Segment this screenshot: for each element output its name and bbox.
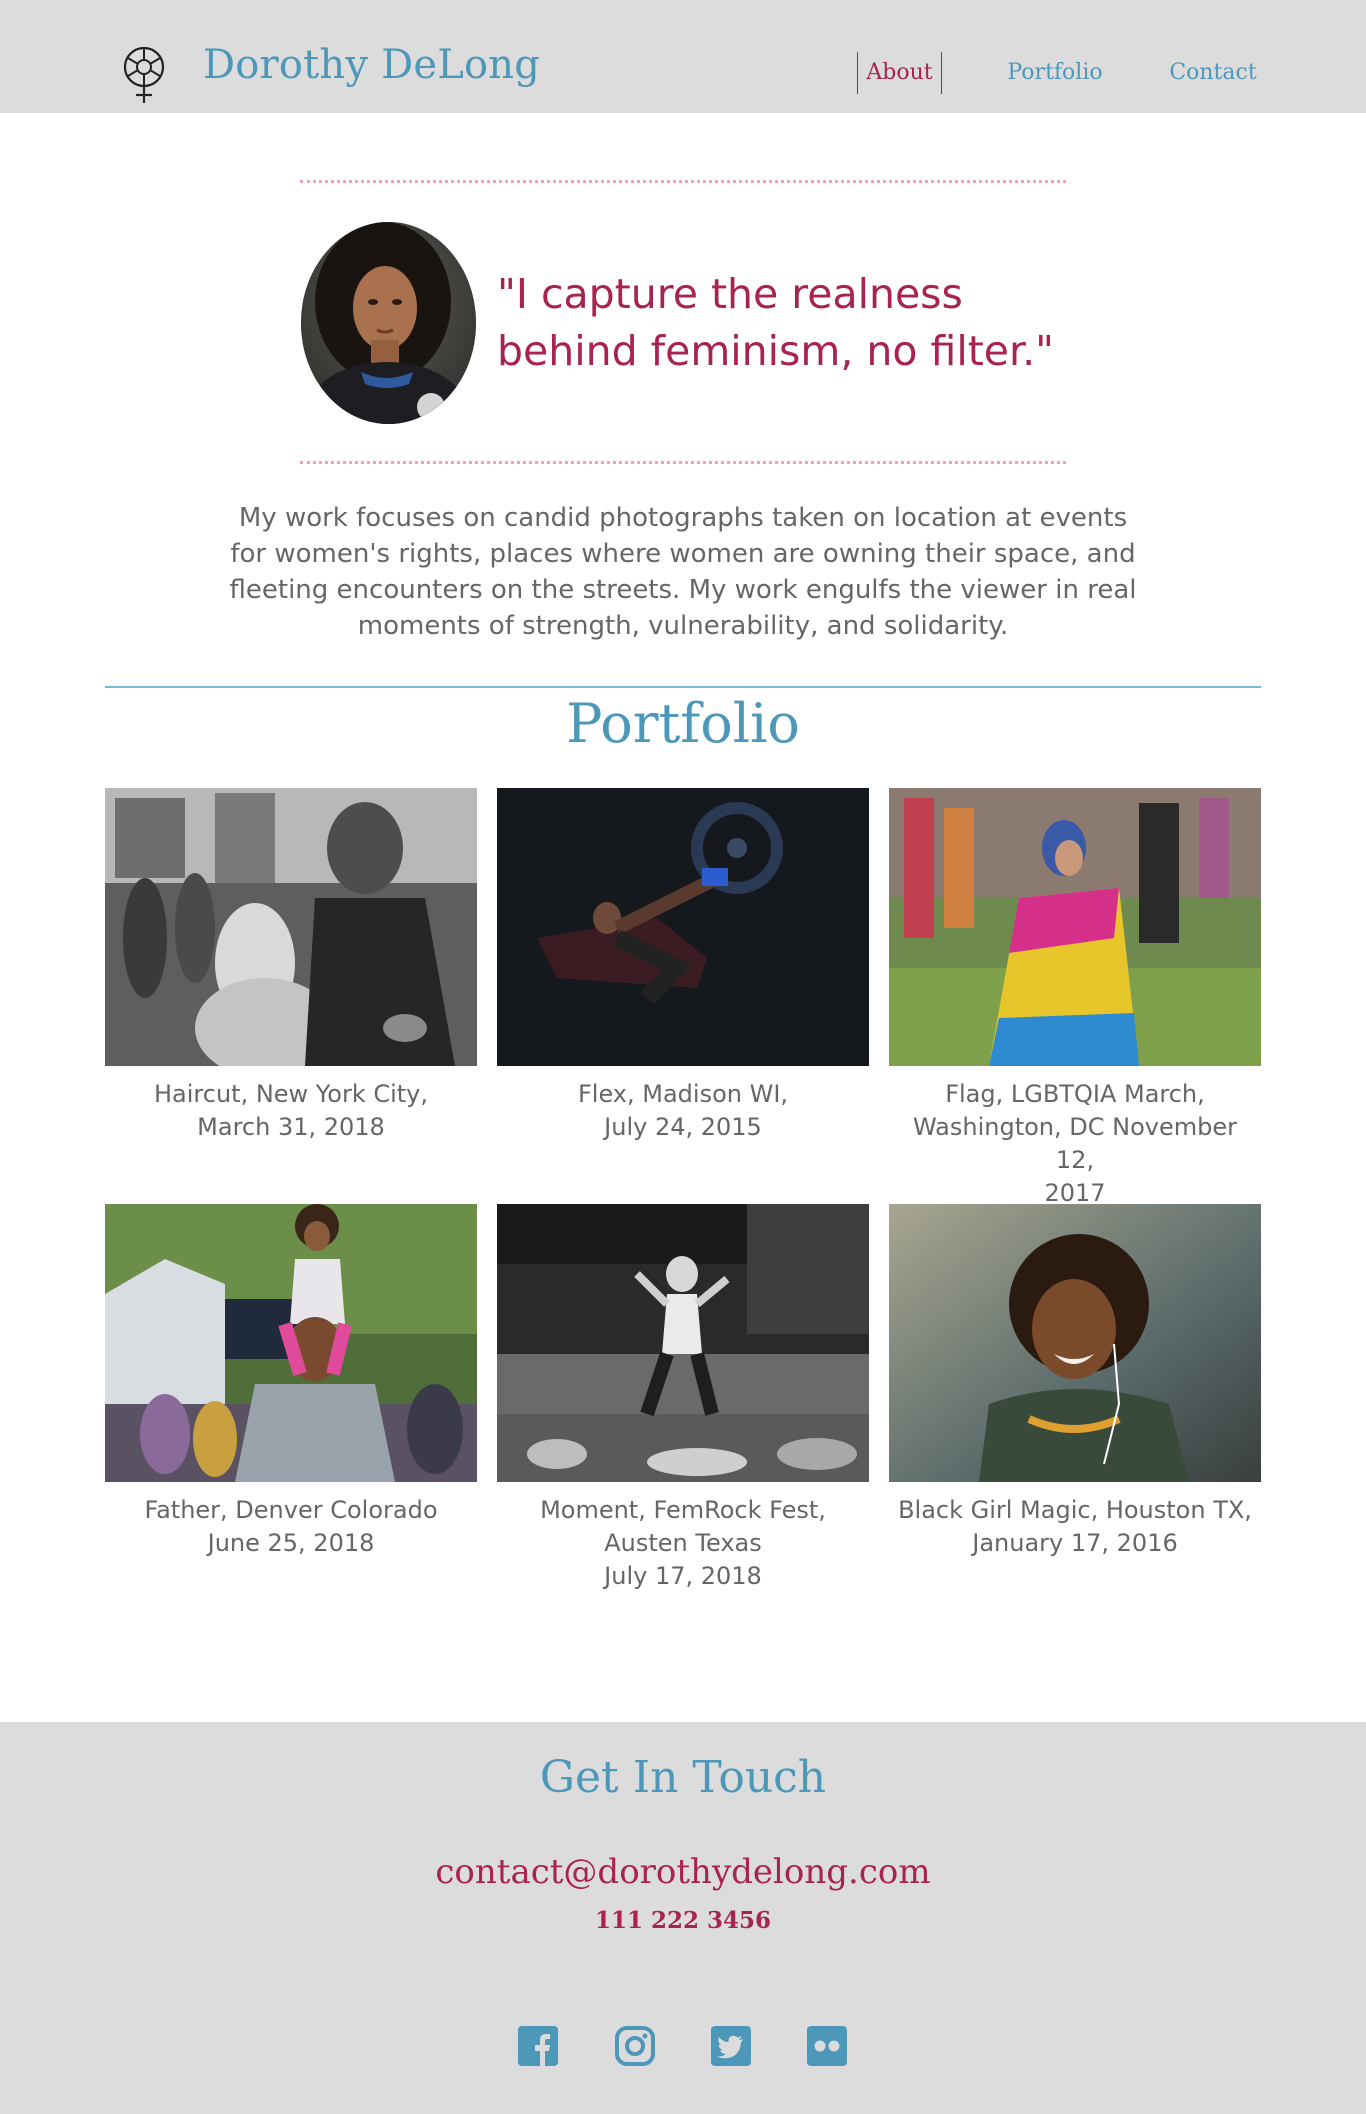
photo-caption: Moment, FemRock Fest, Austen Texas July … (497, 1494, 869, 1593)
contact-heading: Get In Touch (539, 1752, 827, 1803)
contact-email-link[interactable]: contact@dorothydelong.com (0, 1852, 1366, 1892)
divider-top (300, 180, 1066, 183)
caption-line: Washington, DC November 12, (912, 1113, 1237, 1174)
nav-contact[interactable]: Contact (1160, 52, 1266, 94)
photo-black-girl-magic[interactable] (889, 1204, 1261, 1482)
photo-caption: Flag, LGBTQIA March, Washington, DC Nove… (889, 1078, 1261, 1210)
portfolio-item[interactable]: Black Girl Magic, Houston TX, January 17… (889, 1204, 1261, 1560)
caption-line: Father, Denver Colorado (144, 1496, 438, 1524)
nav-about[interactable]: About (857, 52, 942, 94)
nav-about-label: About (866, 60, 933, 85)
portfolio-item[interactable]: Flag, LGBTQIA March, Washington, DC Nove… (889, 788, 1261, 1210)
caption-line: Flex, Madison WI, (577, 1080, 789, 1108)
photo-haircut[interactable] (105, 788, 477, 1066)
portfolio-item[interactable]: Father, Denver Colorado June 25, 2018 (105, 1204, 477, 1560)
twitter-icon[interactable] (710, 2025, 752, 2067)
caption-line: Haircut, New York City, (153, 1080, 429, 1108)
caption-line: July 17, 2018 (604, 1562, 762, 1590)
photo-flex[interactable] (497, 788, 869, 1066)
contact-footer: Get In Touch contact@dorothydelong.com 1… (0, 1722, 1366, 2114)
caption-line: Austen Texas (604, 1529, 762, 1557)
nav-portfolio[interactable]: Portfolio (990, 52, 1120, 94)
nav-contact-label: Contact (1169, 60, 1257, 85)
site-title[interactable]: Dorothy DeLong (203, 42, 540, 88)
intro-paragraph: My work focuses on candid photographs ta… (229, 503, 1137, 641)
photo-father[interactable] (105, 1204, 477, 1482)
caption-line: July 24, 2015 (604, 1113, 762, 1141)
caption-line: Black Girl Magic, Houston TX, (898, 1496, 1252, 1524)
portfolio-item[interactable]: Moment, FemRock Fest, Austen Texas July … (497, 1204, 869, 1593)
portfolio-item[interactable]: Haircut, New York City, March 31, 2018 (105, 788, 477, 1144)
photo-caption: Father, Denver Colorado June 25, 2018 (105, 1494, 477, 1560)
photo-caption: Haircut, New York City, March 31, 2018 (105, 1078, 477, 1144)
caption-line: January 17, 2016 (972, 1529, 1178, 1557)
divider-bottom (300, 461, 1066, 464)
hero-quote: "I capture the realness behind feminism,… (497, 270, 1055, 375)
flickr-icon[interactable] (806, 2025, 848, 2067)
site-header: Dorothy DeLong About Portfolio Contact (0, 0, 1366, 113)
portrait-photo (301, 222, 476, 424)
photo-caption: Flex, Madison WI, July 24, 2015 (497, 1078, 869, 1144)
nav-portfolio-label: Portfolio (1007, 60, 1103, 85)
photo-flag[interactable] (889, 788, 1261, 1066)
portfolio-heading: Portfolio (566, 692, 800, 755)
facebook-icon[interactable] (517, 2025, 559, 2067)
instagram-icon[interactable] (614, 2025, 656, 2067)
section-rule (105, 686, 1261, 688)
caption-line: June 25, 2018 (207, 1529, 375, 1557)
portfolio-item[interactable]: Flex, Madison WI, July 24, 2015 (497, 788, 869, 1144)
caption-line: March 31, 2018 (197, 1113, 385, 1141)
caption-line: Flag, LGBTQIA March, (945, 1080, 1205, 1108)
photo-moment[interactable] (497, 1204, 869, 1482)
contact-phone[interactable]: 111 222 3456 (0, 1907, 1366, 1934)
feminism-aperture-icon[interactable] (119, 45, 169, 105)
caption-line: Moment, FemRock Fest, (540, 1496, 826, 1524)
photo-caption: Black Girl Magic, Houston TX, January 17… (889, 1494, 1261, 1560)
